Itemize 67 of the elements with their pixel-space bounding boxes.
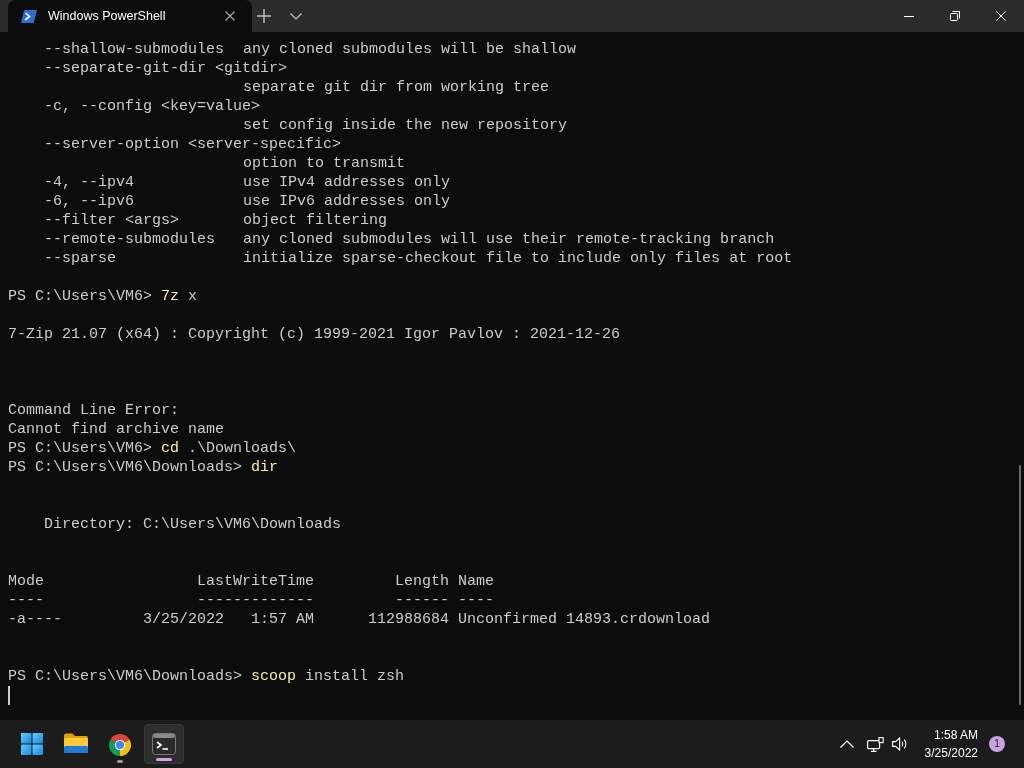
option-name: -6, --ipv6 bbox=[44, 193, 134, 210]
terminal-tab[interactable]: Windows PowerShell bbox=[8, 0, 252, 32]
close-icon bbox=[225, 11, 235, 21]
option-description: set config inside the new repository bbox=[243, 117, 568, 134]
option-description: use IPv4 addresses only bbox=[243, 174, 451, 191]
clock-time: 1:58 AM bbox=[932, 727, 978, 744]
file-time: 1:57 AM bbox=[251, 611, 314, 628]
option-description: any cloned submodules will be shallow bbox=[243, 41, 577, 58]
directory-heading: Directory: C:\Users\VM6\Downloads bbox=[44, 516, 342, 533]
option-description: use IPv6 addresses only bbox=[243, 193, 451, 210]
chevron-up-icon[interactable] bbox=[839, 740, 854, 748]
argument-text: x bbox=[188, 288, 198, 305]
chevron-down-icon bbox=[290, 12, 302, 20]
file-date: 3/25/2022 bbox=[143, 611, 225, 628]
terminal-icon bbox=[152, 733, 176, 755]
option-description: separate git dir from working tree bbox=[243, 79, 550, 96]
command-text: scoop bbox=[251, 668, 297, 685]
option-name: --shallow-submodules bbox=[44, 41, 225, 58]
column-underline: ------------- bbox=[197, 592, 315, 609]
minimize-icon bbox=[904, 15, 914, 17]
volume-icon[interactable] bbox=[891, 737, 909, 751]
option-name: --filter <args> bbox=[44, 212, 180, 229]
argument-text: .\Downloads\ bbox=[188, 440, 297, 457]
prompt-text: PS C:\Users\VM6> bbox=[8, 288, 153, 305]
option-description: object filtering bbox=[243, 212, 388, 229]
close-icon bbox=[996, 11, 1006, 21]
prompt-text: PS C:\Users\VM6> bbox=[8, 440, 153, 457]
column-header: Length bbox=[395, 573, 450, 590]
option-name: -4, --ipv4 bbox=[44, 174, 134, 191]
output-text: Command Line Error: bbox=[8, 402, 180, 419]
output-text: Cannot find archive name bbox=[8, 421, 225, 438]
option-name: --separate-git-dir <gitdir> bbox=[44, 60, 288, 77]
notification-badge[interactable]: 1 bbox=[989, 736, 1005, 752]
column-underline: ---- bbox=[8, 592, 44, 609]
command-text: 7z bbox=[161, 288, 180, 305]
file-name: Unconfirmed 14893.crdownload bbox=[458, 611, 711, 628]
output-text: 7-Zip 21.07 (x64) : Copyright (c) 1999-2021 Igor Pavlov : 2021-12-26 bbox=[8, 326, 621, 343]
prompt-text: PS C:\Users\VM6\Downloads> bbox=[8, 459, 243, 476]
plus-icon bbox=[257, 9, 271, 23]
file-length: 112988684 bbox=[368, 611, 450, 628]
command-text: dir bbox=[251, 459, 279, 476]
argument-text: install zsh bbox=[305, 668, 405, 685]
column-header: Name bbox=[458, 573, 495, 590]
option-name: --remote-submodules bbox=[44, 231, 216, 248]
browser-icon bbox=[108, 733, 132, 757]
option-name: --server-option <server-specific> bbox=[44, 136, 342, 153]
option-description: option to transmit bbox=[243, 155, 406, 172]
file-mode: -a---- bbox=[8, 611, 62, 628]
start-icon bbox=[21, 733, 43, 755]
column-underline: ---- bbox=[458, 592, 495, 609]
option-description: initialize sparse-checkout file to include only files at root bbox=[243, 250, 793, 267]
clock-date: 3/25/2022 bbox=[924, 745, 978, 762]
column-header: LastWriteTime bbox=[197, 573, 315, 590]
option-description: any cloned submodules will use their remote-tracking branch bbox=[243, 231, 775, 248]
option-name: --sparse bbox=[44, 250, 116, 267]
taskbar-app-button[interactable] bbox=[144, 724, 184, 764]
restore-icon bbox=[950, 11, 960, 21]
network-icon[interactable] bbox=[866, 736, 884, 752]
column-header: Mode bbox=[8, 573, 44, 590]
command-text: cd bbox=[161, 440, 180, 457]
text-cursor bbox=[8, 686, 10, 705]
shell-icon bbox=[21, 9, 37, 23]
prompt-text: PS C:\Users\VM6\Downloads> bbox=[8, 668, 243, 685]
folder-icon bbox=[64, 733, 88, 753]
scrollbar-thumb[interactable] bbox=[1019, 465, 1021, 705]
option-name: -c, --config <key=value> bbox=[44, 98, 261, 115]
column-underline: ------ bbox=[395, 592, 450, 609]
